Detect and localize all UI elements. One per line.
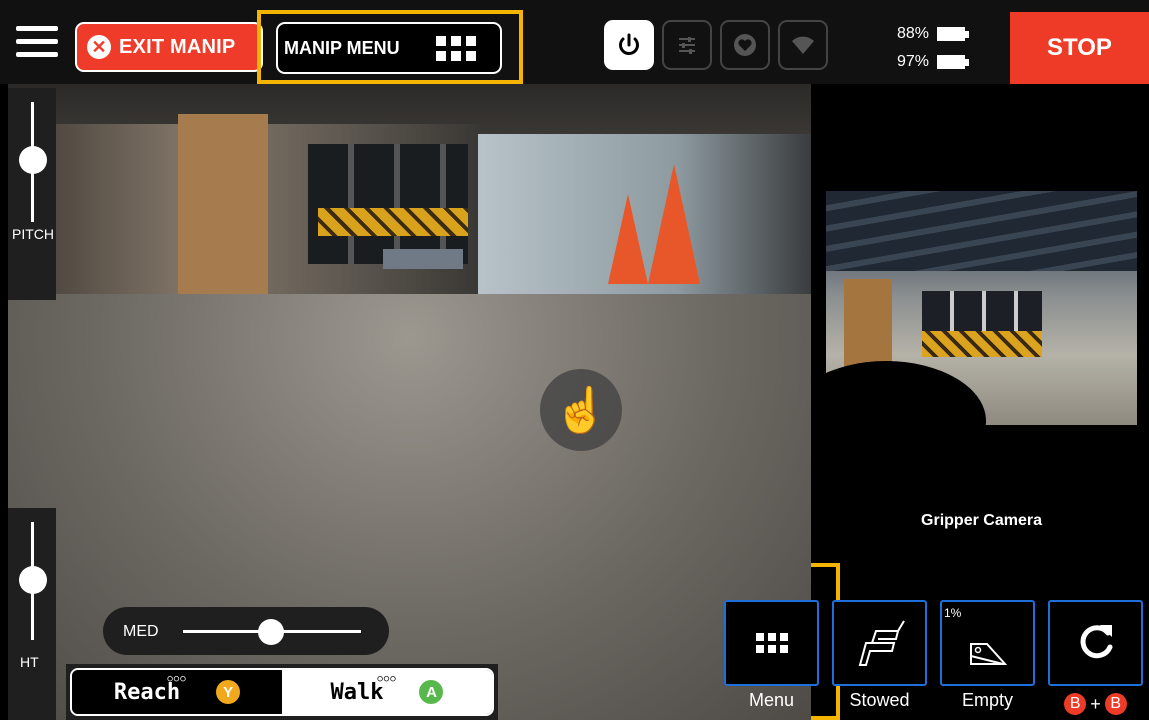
pitch-knob[interactable]	[19, 146, 47, 174]
close-circle-icon: ✕	[87, 35, 111, 59]
gripper-barrier	[922, 331, 1042, 357]
camera-door	[178, 114, 268, 304]
menu-icon[interactable]	[16, 26, 58, 60]
battery-percent: 97%	[897, 53, 930, 70]
manip-menu-button[interactable]: MANIP MENU	[276, 22, 502, 74]
camera-windows	[308, 144, 468, 264]
arm-stowed-icon	[858, 620, 905, 666]
b-button-badge: B	[1064, 693, 1087, 715]
mode-dots: ○○○	[377, 674, 397, 684]
camera-bench	[383, 249, 463, 269]
speed-label: MED	[123, 623, 159, 640]
gripper-icon	[969, 643, 1007, 665]
stowed-button[interactable]	[832, 600, 927, 686]
stowed-label: Stowed	[849, 690, 910, 710]
walk-mode-button[interactable]: ○○○ Walk A	[282, 670, 492, 714]
battery-percent: 88%	[897, 25, 930, 42]
power-icon[interactable]	[604, 20, 654, 70]
speed-slider[interactable]: MED	[103, 607, 389, 655]
refresh-shortcut: B + B	[1048, 693, 1143, 715]
sliders-icon[interactable]	[662, 20, 712, 70]
camera-cone	[608, 194, 648, 284]
battery-row: 88%	[897, 22, 970, 46]
height-label: HT	[20, 654, 39, 670]
hand-pointer-icon[interactable]: ☝	[540, 369, 622, 451]
gripper-button[interactable]: 1%	[940, 600, 1035, 686]
a-button-badge: A	[419, 680, 444, 704]
menu-button[interactable]	[724, 600, 819, 686]
battery-status: 88% 97%	[897, 22, 970, 78]
grid-icon	[755, 633, 788, 653]
gripper-camera-label: Gripper Camera	[921, 512, 1042, 529]
grid-icon	[436, 35, 476, 61]
height-knob[interactable]	[19, 566, 47, 594]
battery-row: 97%	[897, 50, 970, 74]
mode-toggle-inner: ○○○ Reach Y ○○○ Walk A	[70, 668, 494, 716]
gripper-ceiling	[826, 191, 1137, 271]
camera-cone	[648, 164, 700, 284]
exit-manip-button[interactable]: ✕ EXIT MANIP	[75, 22, 263, 72]
speed-knob[interactable]	[258, 619, 284, 645]
refresh-button[interactable]	[1048, 600, 1143, 686]
walk-label: Walk	[330, 679, 384, 705]
top-bar: ✕ EXIT MANIP MANIP MENU 88% 97% STOP	[0, 0, 1149, 84]
menu-label: Menu	[748, 690, 795, 710]
battery-icon	[937, 55, 970, 69]
camera-barrier	[318, 208, 468, 236]
gripper-label: Empty	[961, 690, 1013, 710]
status-icons	[604, 20, 828, 70]
exit-manip-label: EXIT MANIP	[119, 35, 236, 58]
battery-icon	[937, 27, 970, 41]
pitch-slider[interactable]: PITCH	[8, 88, 56, 300]
heart-icon[interactable]	[720, 20, 770, 70]
gripper-value: 1%	[944, 606, 962, 620]
b-button-badge: B	[1104, 693, 1127, 715]
height-slider[interactable]: HT	[8, 508, 56, 720]
gripper-camera-feed[interactable]	[826, 191, 1137, 425]
mode-toggle: ○○○ Reach Y ○○○ Walk A	[66, 664, 498, 720]
plus-label: +	[1090, 693, 1101, 714]
wifi-icon[interactable]	[778, 20, 828, 70]
refresh-icon	[1080, 625, 1112, 659]
y-button-badge: Y	[216, 680, 241, 704]
manip-menu-label: MANIP MENU	[284, 37, 400, 58]
mode-dots: ○○○	[167, 674, 187, 684]
camera-floor	[8, 294, 811, 720]
gripper-vignette	[826, 361, 986, 425]
stop-button[interactable]: STOP	[1010, 12, 1149, 84]
pitch-label: PITCH	[12, 226, 54, 242]
reach-mode-button[interactable]: ○○○ Reach Y	[72, 670, 282, 714]
